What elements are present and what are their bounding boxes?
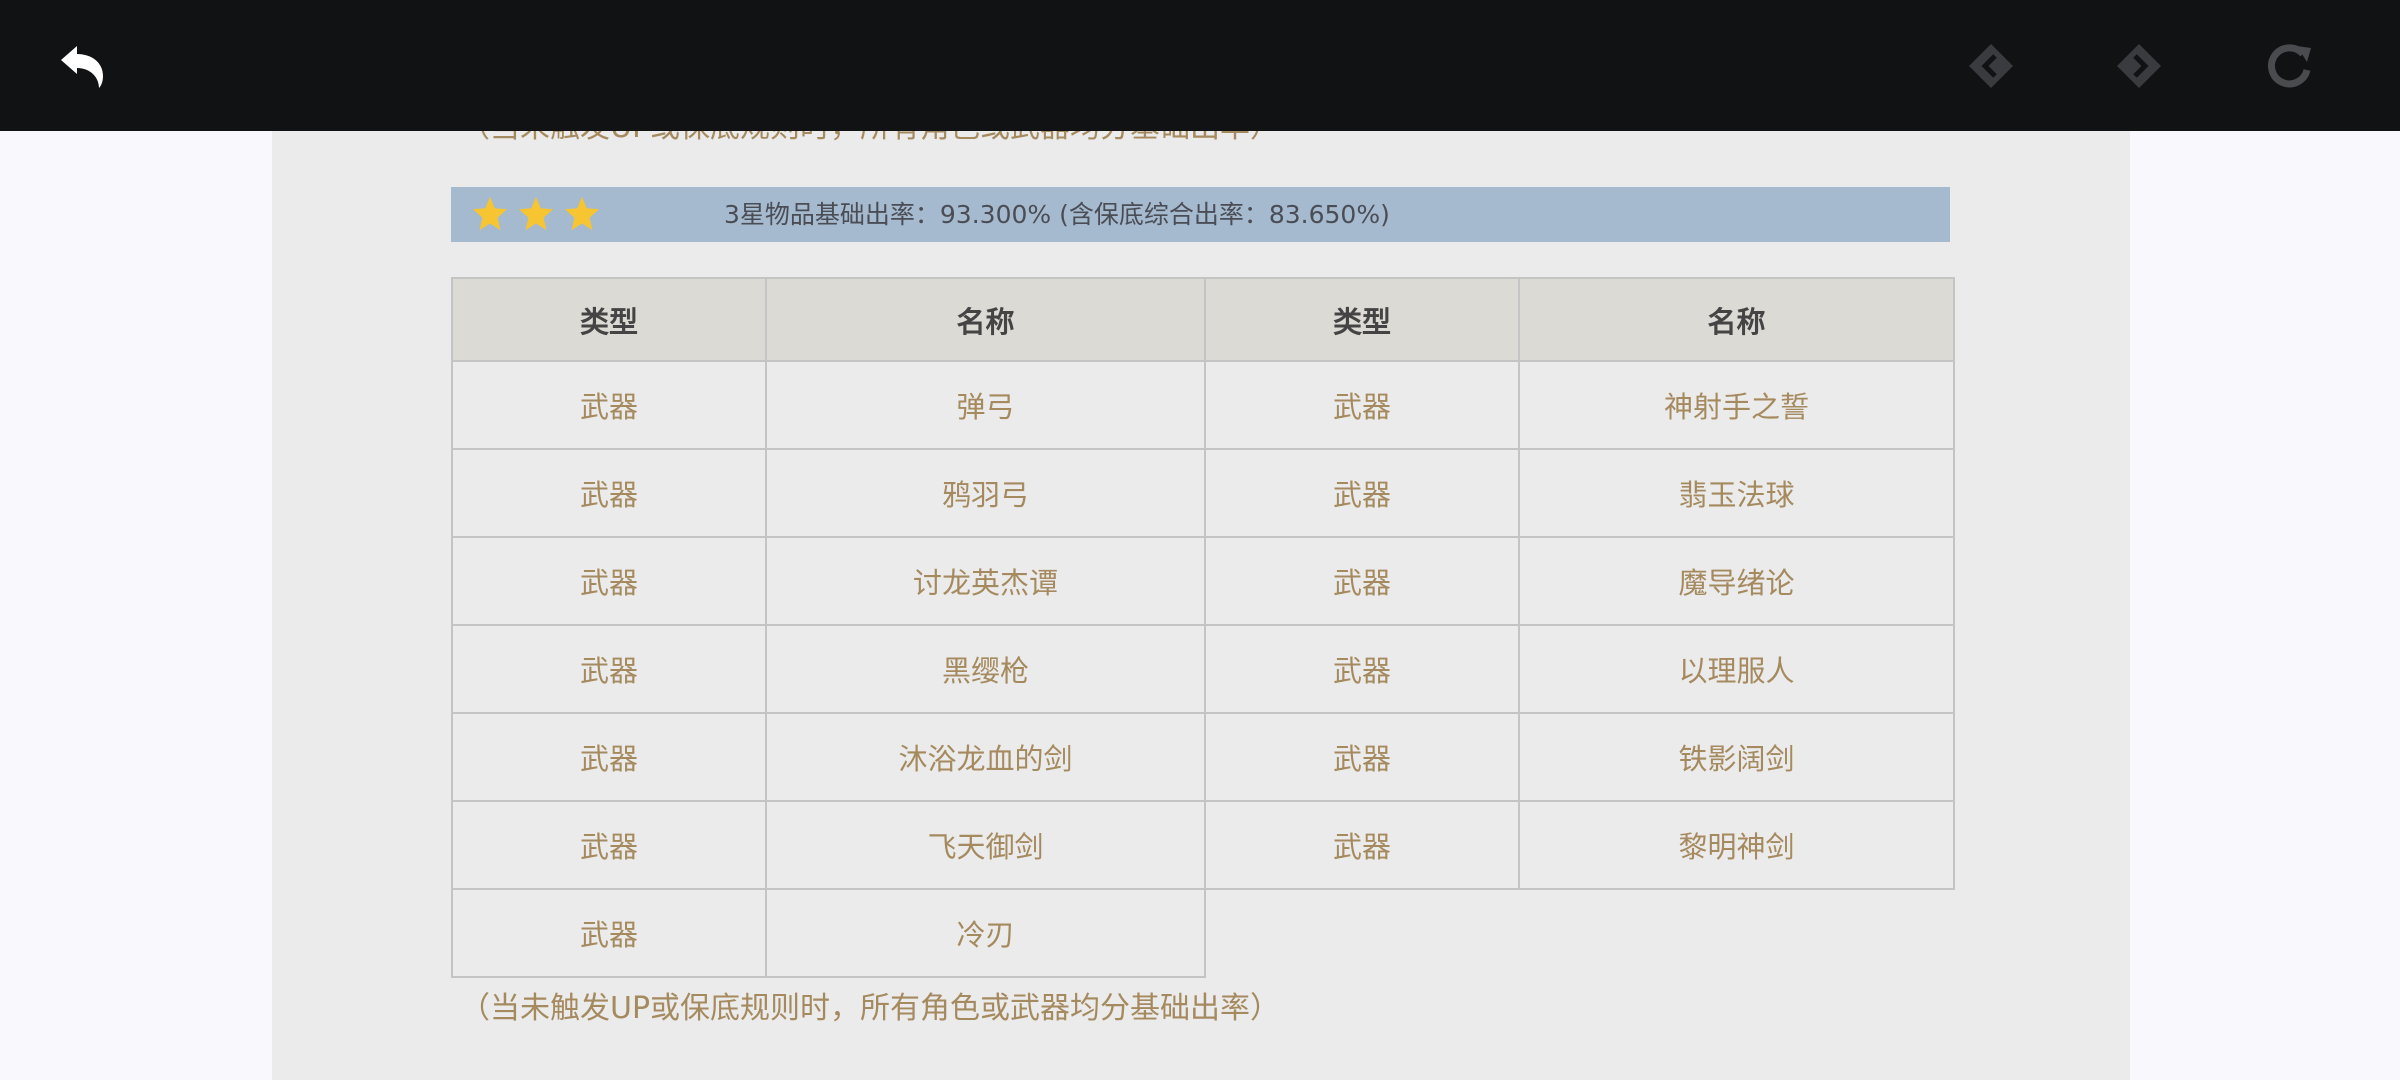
table-cell: 以理服人 [1518, 624, 1955, 714]
header-type: 类型 [1204, 277, 1520, 362]
table-cell: 武器 [1204, 800, 1520, 890]
empty-cell [1519, 889, 1954, 977]
reload-button[interactable] [2253, 30, 2325, 102]
table-cell: 翡玉法球 [1518, 448, 1955, 538]
table-cell: 弹弓 [765, 360, 1206, 450]
rate-note-bottom: （当未触发UP或保底规则时，所有角色或武器均分基础出率） [460, 991, 1281, 1026]
table-cell: 武器 [451, 360, 767, 450]
table-cell: 武器 [451, 536, 767, 626]
star-icon [518, 196, 554, 231]
table-cell: 黎明神剑 [1518, 800, 1955, 890]
three-star-rate-bar: 3星物品基础出率：93.300% (含保底综合出率：83.650%) [451, 187, 1950, 242]
table-cell: 武器 [1204, 536, 1520, 626]
star-icon [564, 196, 600, 231]
table-row: 武器 沐浴龙血的剑 武器 铁影阔剑 [451, 712, 1955, 802]
table-cell: 飞天御剑 [765, 800, 1206, 890]
table-cell: 黑缨枪 [765, 624, 1206, 714]
header-type: 类型 [451, 277, 767, 362]
table-header-row: 类型 名称 类型 名称 [451, 277, 1955, 362]
empty-cell [1205, 889, 1519, 977]
table-cell: 武器 [1204, 360, 1520, 450]
table-cell: 武器 [451, 448, 767, 538]
reload-icon [2268, 44, 2311, 88]
star-rating [471, 194, 601, 236]
table-cell: 武器 [1204, 712, 1520, 802]
star-icon [472, 196, 508, 231]
table-row: 武器 鸦羽弓 武器 翡玉法球 [451, 448, 1955, 538]
table-row: 武器 讨龙英杰谭 武器 魔导绪论 [451, 536, 1955, 626]
back-button[interactable] [47, 30, 119, 102]
table-cell: 武器 [451, 888, 767, 978]
table-cell: 沐浴龙血的剑 [765, 712, 1206, 802]
table-cell: 武器 [451, 712, 767, 802]
table-cell: 武器 [1204, 624, 1520, 714]
previous-button[interactable] [1955, 30, 2027, 102]
table-row: 武器 黑缨枪 武器 以理服人 [451, 624, 1955, 714]
items-table: 类型 名称 类型 名称 武器 弹弓 武器 神射手之誓 武器 鸦羽弓 武器 翡玉法… [451, 277, 1955, 978]
table-cell: 讨龙英杰谭 [765, 536, 1206, 626]
table-row: 武器 弹弓 武器 神射手之誓 [451, 360, 1955, 450]
table-cell: 武器 [451, 800, 767, 890]
table-cell: 铁影阔剑 [1518, 712, 1955, 802]
table-cell: 神射手之誓 [1518, 360, 1955, 450]
table-cell: 鸦羽弓 [765, 448, 1206, 538]
back-arrow-icon [61, 46, 103, 88]
header-name: 名称 [765, 277, 1206, 362]
rate-text: 3星物品基础出率：93.300% (含保底综合出率：83.650%) [724, 200, 1390, 229]
top-toolbar [0, 0, 2400, 131]
header-name: 名称 [1518, 277, 1955, 362]
diamond-right-icon [2117, 44, 2161, 88]
table-cell: 武器 [451, 624, 767, 714]
table-cell: 冷刃 [765, 888, 1206, 978]
table-row: 武器 飞天御剑 武器 黎明神剑 [451, 800, 1955, 890]
table-cell: 武器 [1204, 448, 1520, 538]
next-button[interactable] [2103, 30, 2175, 102]
diamond-left-icon [1969, 44, 2013, 88]
table-cell: 魔导绪论 [1518, 536, 1955, 626]
table-row: 武器 冷刃 [451, 888, 1954, 978]
